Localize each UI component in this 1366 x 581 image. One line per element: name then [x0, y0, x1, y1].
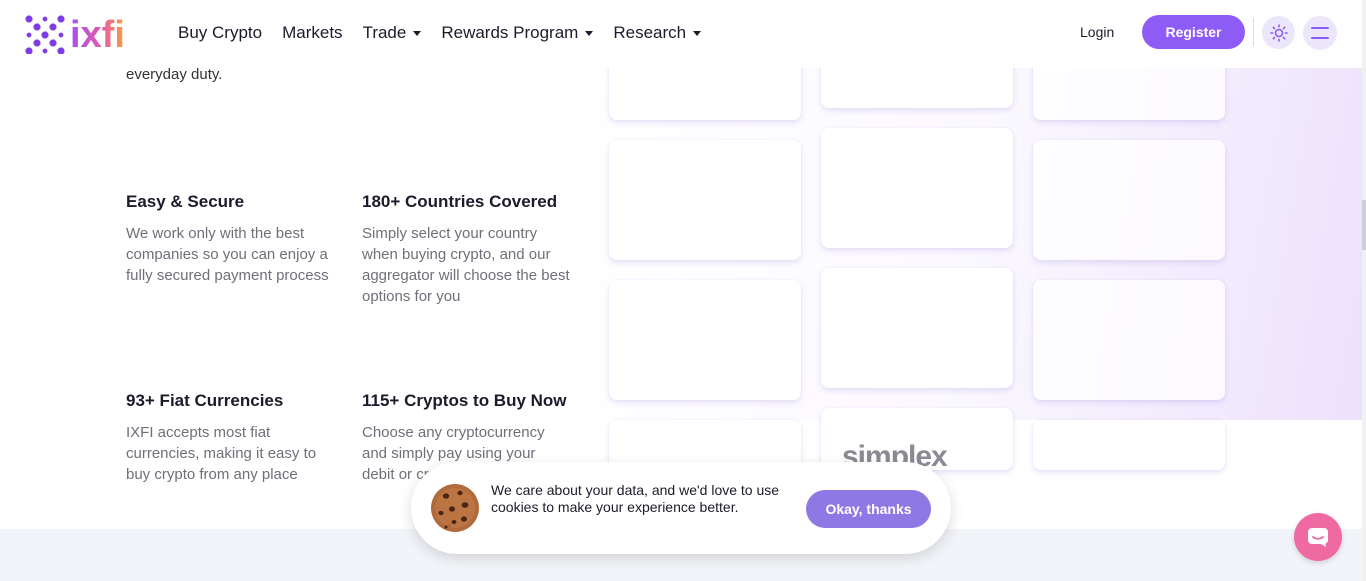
feature-countries: 180+ Countries Covered Simply select you… [362, 192, 572, 307]
feature-description: We work only with the best companies so … [126, 225, 329, 284]
cookie-icon [431, 484, 479, 532]
cookie-message: We care about your data, and we'd love t… [491, 482, 780, 515]
chevron-down-icon [693, 30, 702, 36]
provider-card[interactable] [1033, 420, 1225, 470]
feature-title: 115+ Cryptos to Buy Now [362, 391, 567, 410]
ixfi-logo[interactable]: ixfi [24, 14, 148, 54]
feature-description: IXFI accepts most fiat currencies, makin… [126, 424, 317, 483]
trailing-text: everyday duty. [126, 66, 223, 83]
nav-research[interactable]: Research [613, 23, 702, 43]
provider-card[interactable] [609, 140, 801, 260]
header-divider [1253, 18, 1254, 46]
site-header: ixfi Buy Crypto Markets Trade Rewards Pr… [0, 0, 1366, 68]
theme-toggle-button[interactable] [1262, 16, 1295, 49]
chevron-down-icon [585, 30, 594, 36]
login-link[interactable]: Login [1080, 24, 1114, 40]
page: everyday duty. Easy & Secure We work onl… [0, 0, 1366, 581]
provider-card[interactable] [821, 268, 1013, 388]
nav-label: Buy Crypto [178, 23, 263, 42]
main-nav: Buy Crypto Markets Trade Rewards Program… [178, 23, 702, 43]
nav-trade[interactable]: Trade [363, 23, 422, 43]
feature-title: Easy & Secure [126, 192, 245, 211]
feature-description: Simply select your country when buying c… [362, 225, 570, 305]
nav-label: Trade [362, 23, 407, 42]
nav-markets[interactable]: Markets [282, 23, 342, 43]
logo-text: ixfi [70, 14, 125, 54]
scrollbar-thumb[interactable] [1362, 200, 1366, 250]
chevron-down-icon [413, 30, 422, 36]
hamburger-icon [1311, 37, 1329, 39]
menu-button[interactable] [1303, 16, 1337, 50]
feature-fiat: 93+ Fiat Currencies IXFI accepts most fi… [126, 391, 336, 485]
feature-easy-secure: Easy & Secure We work only with the best… [126, 192, 336, 286]
chat-icon [1308, 528, 1328, 547]
nav-label: Markets [282, 23, 343, 42]
register-button[interactable]: Register [1142, 15, 1245, 49]
scrollbar-track[interactable] [1362, 0, 1366, 581]
chat-launcher-button[interactable] [1294, 513, 1342, 561]
cookie-accept-button[interactable]: Okay, thanks [806, 490, 931, 528]
sun-icon [1269, 23, 1288, 42]
nav-label: Rewards Program [441, 23, 579, 42]
provider-card[interactable] [609, 280, 801, 400]
feature-title: 180+ Countries Covered [362, 192, 558, 211]
provider-card[interactable] [1033, 140, 1225, 260]
hamburger-icon [1311, 27, 1329, 29]
provider-card[interactable] [821, 128, 1013, 248]
nav-buy-crypto[interactable]: Buy Crypto [178, 23, 262, 43]
provider-card[interactable] [1033, 280, 1225, 400]
nav-rewards-program[interactable]: Rewards Program [441, 23, 594, 43]
nav-label: Research [613, 23, 687, 42]
feature-title: 93+ Fiat Currencies [126, 391, 284, 410]
cookie-banner: We care about your data, and we'd love t… [411, 462, 951, 554]
